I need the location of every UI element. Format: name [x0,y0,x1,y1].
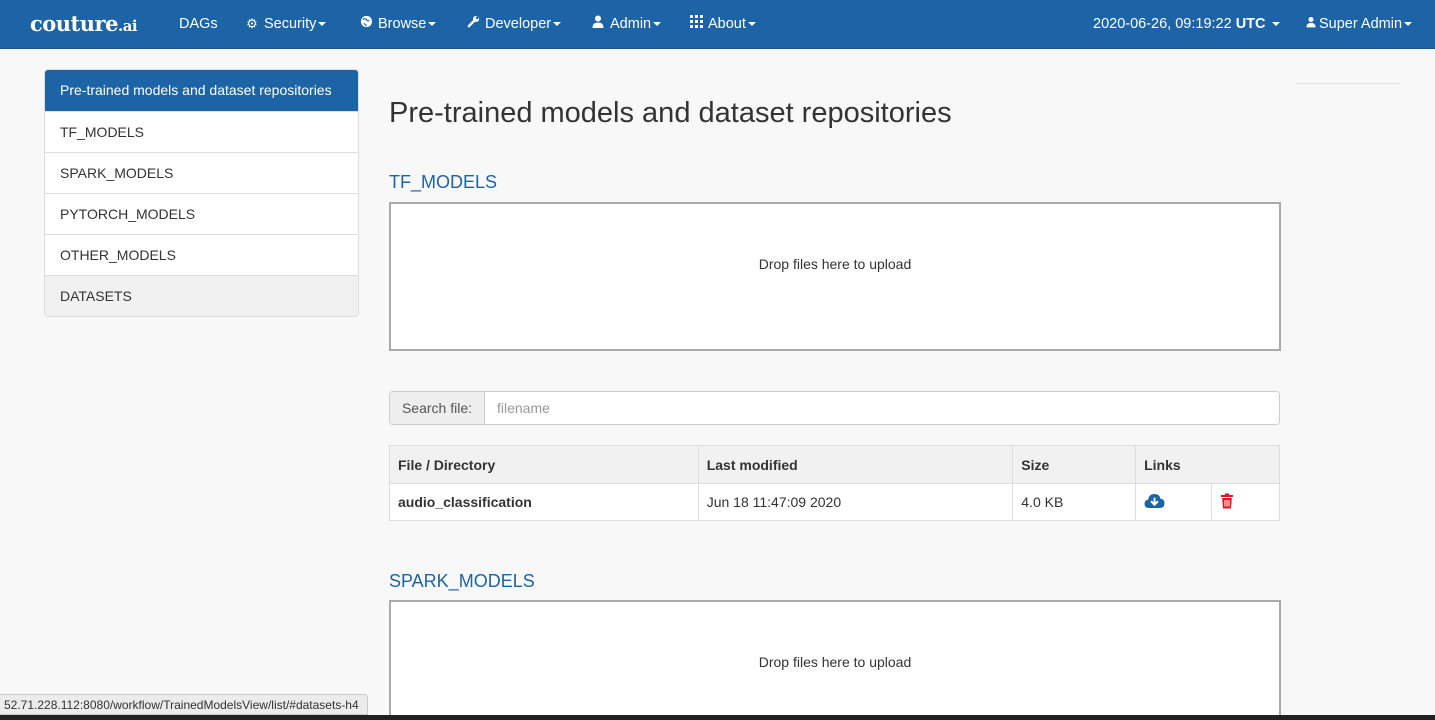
timezone-label: UTC [1235,16,1266,32]
brand-name: couture [30,11,118,36]
sidebar-item-datasets[interactable]: DATASETS [45,275,358,316]
nav-dags-label: DAGs [179,16,218,32]
brand-logo[interactable]: couture.ai [30,11,138,36]
user-icon [1305,0,1316,48]
nav-admin-label: Admin [610,16,652,32]
current-datetime: 2020-06-26, 09:19:22 [1093,16,1232,32]
caret-down-icon [428,22,437,27]
download-cell [1135,483,1213,521]
nav-developer[interactable]: Developer [466,0,562,49]
sidebar-item-spark-models[interactable]: SPARK_MODELS [45,152,358,193]
sidebar-item-tf-models[interactable]: TF_MODELS [45,111,358,152]
caret-down-icon [318,22,327,27]
dropzone-message: Drop files here to upload [758,654,912,670]
search-input[interactable] [485,392,1279,424]
caret-down-icon [1404,22,1413,27]
sidebar-item-other-models[interactable]: OTHER_MODELS [45,234,358,275]
page-title: Pre-trained models and dataset repositor… [389,97,952,129]
divider [1296,83,1400,84]
caret-down-icon [553,22,562,27]
user-icon [591,0,605,48]
upload-dropzone-tf-models[interactable]: Drop files here to upload [389,202,1281,351]
top-navbar: couture.ai DAGs ⚙ Security Browse Develop… [0,0,1435,49]
link-status-bar: 52.71.228.112:8080/workflow/TrainedModel… [0,694,368,715]
section-heading-spark-models[interactable]: SPARK_MODELS [389,571,535,592]
sidebar-item-overview[interactable]: Pre-trained models and dataset repositor… [45,70,358,111]
nav-security-label: Security [264,16,317,32]
cloud-download-icon[interactable] [1144,493,1165,512]
table-row: audio_classification Jun 18 11:47:09 202… [389,483,1280,521]
wrench-icon [466,0,480,48]
column-header-file[interactable]: File / Directory [389,445,699,484]
dropzone-message: Drop files here to upload [758,256,912,272]
column-header-links: Links [1135,445,1280,484]
column-header-modified[interactable]: Last modified [697,445,1014,484]
window-bottom-edge [0,715,1435,720]
nav-about[interactable]: About [689,0,756,49]
file-modified: Jun 18 11:47:09 2020 [697,483,1014,521]
nav-admin[interactable]: Admin [591,0,662,49]
sidebar-item-pytorch-models[interactable]: PYTORCH_MODELS [45,193,358,234]
nav-developer-label: Developer [485,16,552,32]
trash-icon[interactable] [1220,493,1234,512]
search-label: Search file: [390,392,485,424]
file-table: File / Directory Last modified Size Link… [389,445,1280,521]
caret-down-icon [747,22,756,27]
globe-icon [359,0,373,48]
grid-icon [689,0,703,48]
nav-browse-label: Browse [378,16,427,32]
nav-browse[interactable]: Browse [359,0,437,49]
nav-security[interactable]: ⚙ Security [245,0,327,49]
caret-down-icon [1271,22,1280,27]
nav-dags[interactable]: DAGs [179,0,218,49]
delete-cell [1211,483,1280,521]
sidebar-nav: Pre-trained models and dataset repositor… [44,69,359,317]
brand-suffix: .ai [117,17,138,35]
file-search: Search file: [389,391,1280,425]
file-size: 4.0 KB [1012,483,1137,521]
file-name[interactable]: audio_classification [389,483,699,521]
column-header-size[interactable]: Size [1012,445,1137,484]
user-menu[interactable]: Super Admin [1305,0,1413,49]
upload-dropzone-spark-models[interactable]: Drop files here to upload [389,600,1281,720]
clock-dropdown[interactable]: 2020-06-26, 09:19:22 UTC [1093,0,1280,49]
table-header-row: File / Directory Last modified Size Link… [389,445,1280,484]
gears-icon: ⚙ [246,16,258,31]
caret-down-icon [653,22,662,27]
section-heading-tf-models[interactable]: TF_MODELS [389,172,497,193]
user-name: Super Admin [1319,16,1403,32]
nav-about-label: About [708,16,746,32]
